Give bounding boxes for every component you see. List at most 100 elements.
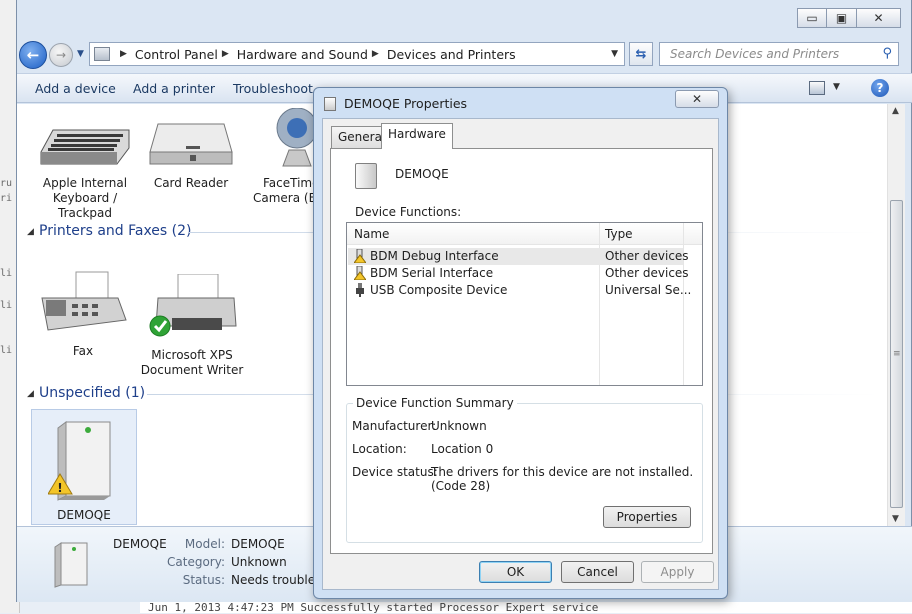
device-status-value: The drivers for this device are not inst… bbox=[431, 465, 694, 493]
function-type: Other devices bbox=[605, 266, 689, 280]
location-label: Location: bbox=[352, 442, 407, 456]
list-item[interactable]: BDM Debug Interface Other devices bbox=[348, 248, 689, 265]
address-dropdown-icon[interactable]: ▼ bbox=[611, 49, 618, 59]
troubleshoot-button[interactable]: Troubleshoot bbox=[233, 81, 313, 96]
address-bar[interactable]: ▶ Control Panel ▶ Hardware and Sound ▶ D… bbox=[89, 42, 625, 66]
usb-icon bbox=[356, 283, 364, 297]
device-demoqe[interactable]: ! DEMOQE bbox=[31, 409, 137, 525]
minimize-button[interactable]: ▭ bbox=[797, 8, 827, 28]
dialog-close-button[interactable]: ✕ bbox=[675, 90, 719, 108]
column-header-name[interactable]: Name bbox=[354, 227, 389, 241]
device-functions-label: Device Functions: bbox=[355, 205, 462, 219]
device-label-line: Fax bbox=[72, 344, 94, 358]
refresh-button[interactable]: ⇆ bbox=[629, 42, 653, 66]
hardware-tab-panel: DEMOQE Device Functions: Name Type BDM D… bbox=[330, 148, 713, 554]
chevron-right-icon[interactable]: ▶ bbox=[222, 49, 229, 59]
chevron-right-icon[interactable]: ▶ bbox=[120, 49, 127, 59]
chevron-right-icon[interactable]: ▶ bbox=[372, 49, 379, 59]
maximize-icon: ▣ bbox=[835, 11, 848, 25]
warning-device-icon bbox=[354, 249, 366, 263]
device-label-line: DEMOQE bbox=[57, 508, 111, 522]
generic-device-icon bbox=[355, 163, 377, 189]
demoqe-properties-dialog: DEMOQE Properties ✕ General Hardware DEM… bbox=[313, 87, 728, 599]
breadcrumb-hardware-and-sound[interactable]: Hardware and Sound bbox=[237, 47, 368, 62]
details-model-label: Model: bbox=[184, 537, 225, 551]
properties-button[interactable]: Properties bbox=[603, 506, 691, 528]
maximize-button[interactable]: ▣ bbox=[827, 8, 857, 28]
device-status-label: Device status: bbox=[352, 465, 438, 479]
control-panel-icon bbox=[94, 47, 110, 61]
search-box[interactable]: ⚲ bbox=[659, 42, 899, 66]
navigation-bar: ← → ▼ ▶ Control Panel ▶ Hardware and Sou… bbox=[17, 38, 912, 72]
column-header-type[interactable]: Type bbox=[605, 227, 633, 241]
device-label-line: Microsoft XPS bbox=[151, 348, 233, 362]
card-reader-icon bbox=[149, 123, 233, 165]
generic-device-icon bbox=[54, 542, 88, 588]
details-category-label: Category: bbox=[167, 555, 225, 569]
details-status-label: Status: bbox=[182, 573, 225, 587]
group-header-unspecified[interactable]: Unspecified (1) bbox=[39, 385, 145, 401]
forward-button[interactable]: → bbox=[49, 43, 73, 67]
dialog-title: DEMOQE Properties bbox=[344, 96, 468, 111]
location-value: Location 0 bbox=[431, 442, 494, 456]
help-icon[interactable]: ? bbox=[871, 79, 889, 97]
change-view-icon[interactable] bbox=[809, 81, 825, 95]
collapse-triangle-icon[interactable]: ◢ bbox=[27, 227, 34, 237]
ok-button[interactable]: OK bbox=[479, 561, 552, 583]
breadcrumb-devices-and-printers[interactable]: Devices and Printers bbox=[387, 47, 516, 62]
manufacturer-value: Unknown bbox=[431, 419, 487, 433]
manufacturer-label: Manufacturer: bbox=[352, 419, 437, 433]
summary-legend: Device Function Summary bbox=[353, 396, 517, 410]
background-code-line: li bbox=[0, 345, 13, 356]
printer-icon bbox=[149, 273, 237, 337]
refresh-icon: ⇆ bbox=[635, 46, 647, 62]
recent-pages-dropdown[interactable]: ▼ bbox=[77, 49, 84, 59]
device-label-line: Document Writer bbox=[140, 363, 244, 377]
function-name: USB Composite Device bbox=[370, 283, 508, 297]
details-device-name: DEMOQE bbox=[113, 537, 167, 551]
close-icon: ✕ bbox=[873, 11, 884, 25]
dialog-body: General Hardware DEMOQE Device Functions… bbox=[322, 118, 719, 590]
search-input[interactable] bbox=[668, 46, 868, 62]
vertical-scrollbar[interactable]: ▲ ≡ ▼ bbox=[887, 104, 905, 526]
function-name: BDM Debug Interface bbox=[370, 249, 499, 263]
close-icon: ✕ bbox=[691, 92, 703, 106]
window-controls: ▭ ▣ ✕ bbox=[797, 8, 901, 28]
minimize-icon: ▭ bbox=[806, 11, 818, 25]
list-item[interactable]: BDM Serial Interface Other devices bbox=[348, 265, 689, 282]
keyboard-icon bbox=[40, 129, 130, 165]
device-name: DEMOQE bbox=[395, 167, 449, 181]
device-label-line: Trackpad bbox=[58, 206, 112, 220]
forward-arrow-icon: → bbox=[55, 48, 67, 62]
device-title-icon bbox=[324, 97, 336, 111]
view-options-dropdown-icon[interactable]: ▼ bbox=[833, 82, 840, 92]
device-functions-list[interactable]: Name Type BDM Debug Interface Other devi… bbox=[346, 222, 703, 386]
close-button[interactable]: ✕ bbox=[857, 8, 901, 28]
column-divider[interactable] bbox=[683, 223, 684, 385]
device-card-reader[interactable]: Card Reader bbox=[143, 114, 239, 191]
search-icon[interactable]: ⚲ bbox=[882, 46, 892, 61]
cancel-button[interactable]: Cancel bbox=[561, 561, 634, 583]
scroll-up-arrow-icon[interactable]: ▲ bbox=[892, 106, 899, 116]
list-header: Name Type bbox=[347, 223, 702, 245]
add-printer-button[interactable]: Add a printer bbox=[133, 81, 215, 96]
apply-button[interactable]: Apply bbox=[641, 561, 714, 583]
fax-icon bbox=[41, 271, 127, 331]
scrollbar-thumb[interactable]: ≡ bbox=[890, 200, 903, 508]
device-microsoft-xps-writer[interactable]: Microsoft XPS Document Writer bbox=[137, 273, 247, 378]
list-item[interactable]: USB Composite Device Universal Se... bbox=[348, 282, 691, 299]
breadcrumb-control-panel[interactable]: Control Panel bbox=[135, 47, 218, 62]
function-type: Universal Se... bbox=[605, 283, 692, 297]
add-device-button[interactable]: Add a device bbox=[35, 81, 116, 96]
details-model-value: DEMOQE bbox=[231, 537, 285, 551]
device-fax[interactable]: Fax bbox=[35, 270, 131, 359]
tab-hardware[interactable]: Hardware bbox=[381, 123, 453, 149]
scroll-down-arrow-icon[interactable]: ▼ bbox=[892, 514, 899, 524]
device-function-summary: Device Function Summary Manufacturer: Un… bbox=[346, 396, 703, 543]
device-apple-keyboard[interactable]: Apple Internal Keyboard / Trackpad bbox=[37, 118, 133, 221]
function-name: BDM Serial Interface bbox=[370, 266, 494, 280]
generic-device-icon: ! bbox=[48, 421, 111, 501]
collapse-triangle-icon[interactable]: ◢ bbox=[27, 389, 34, 399]
back-button[interactable]: ← bbox=[19, 41, 47, 69]
group-header-printers[interactable]: Printers and Faxes (2) bbox=[39, 223, 192, 239]
